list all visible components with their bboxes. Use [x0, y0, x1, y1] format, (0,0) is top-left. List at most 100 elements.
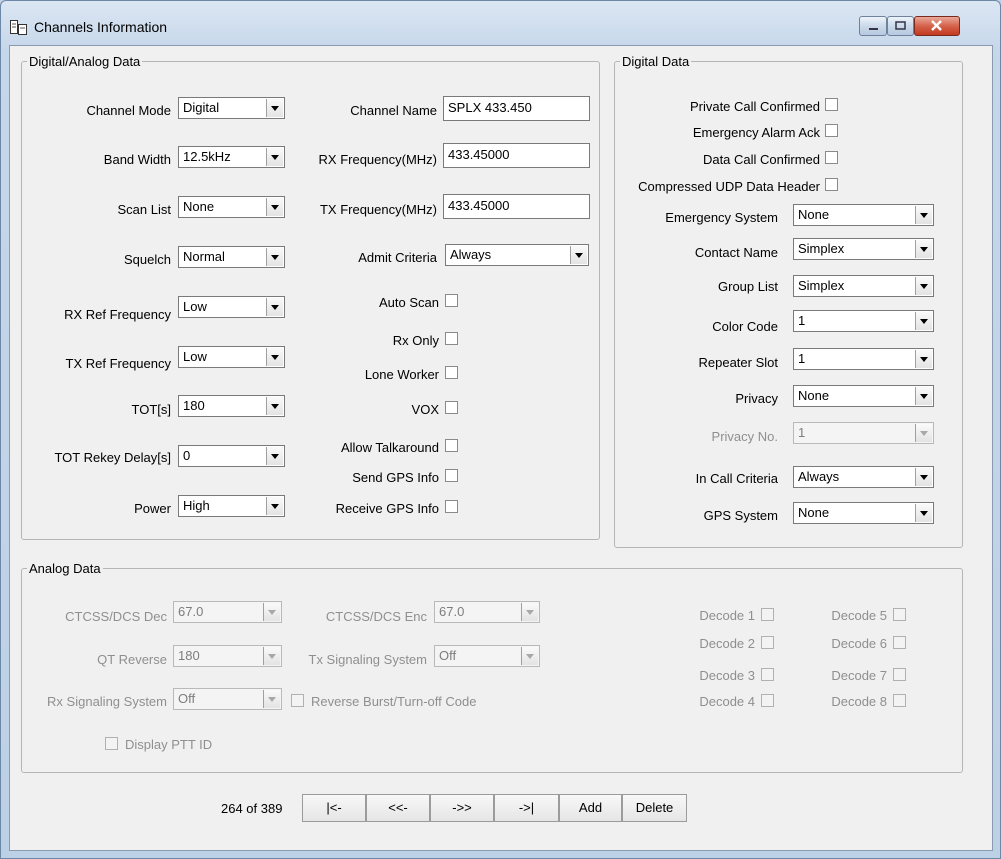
- reverse-burst-label: Reverse Burst/Turn-off Code: [311, 694, 477, 709]
- color-code-label: Color Code: [712, 319, 778, 334]
- tx-frequency-input[interactable]: 433.45000: [443, 194, 590, 219]
- decode-2-label: Decode 2: [699, 636, 755, 651]
- title-bar[interactable]: Channels Information: [1, 1, 1000, 45]
- decode-8-label: Decode 8: [831, 694, 887, 709]
- maximize-button[interactable]: [887, 16, 914, 36]
- group-title: Digital/Analog Data: [29, 54, 141, 69]
- chevron-down-icon: [915, 277, 932, 295]
- data-call-confirmed-label: Data Call Confirmed: [702, 152, 820, 167]
- chevron-down-icon: [915, 387, 932, 405]
- previous-record-button[interactable]: <<-: [366, 794, 430, 822]
- chevron-down-icon: [915, 206, 932, 224]
- rx-only-label: Rx Only: [392, 333, 439, 348]
- reverse-burst-checkbox: [291, 694, 304, 707]
- send-gps-info-checkbox[interactable]: [445, 469, 458, 482]
- power-label: Power: [134, 501, 171, 516]
- ctcss-dcs-dec-label: CTCSS/DCS Dec: [65, 609, 167, 624]
- emergency-alarm-ack-label: Emergency Alarm Ack: [692, 125, 820, 140]
- chevron-down-icon: [521, 603, 538, 621]
- ctcss-dcs-dec-select: 67.0: [173, 601, 282, 623]
- power-select[interactable]: High: [178, 495, 285, 517]
- decode-3-label: Decode 3: [699, 668, 755, 683]
- rx-only-checkbox[interactable]: [445, 332, 458, 345]
- chevron-down-icon: [266, 198, 283, 216]
- rx-signaling-system-label: Rx Signaling System: [47, 694, 167, 709]
- group-list-label: Group List: [718, 279, 778, 294]
- decode-2-checkbox: [761, 636, 774, 649]
- privacy-select[interactable]: None: [793, 385, 934, 407]
- qt-reverse-label: QT Reverse: [97, 652, 167, 667]
- window-title: Channels Information: [34, 19, 168, 35]
- receive-gps-info-checkbox[interactable]: [445, 500, 458, 513]
- minimize-icon: [869, 28, 878, 30]
- rx-frequency-input[interactable]: 433.45000: [443, 143, 590, 168]
- chevron-down-icon: [266, 348, 283, 366]
- ctcss-dcs-enc-label: CTCSS/DCS Enc: [325, 609, 427, 624]
- band-width-label: Band Width: [103, 152, 171, 167]
- private-call-confirmed-label: Private Call Confirmed: [689, 99, 820, 114]
- auto-scan-label: Auto Scan: [379, 295, 439, 310]
- data-call-confirmed-checkbox[interactable]: [825, 151, 838, 164]
- compressed-udp-checkbox[interactable]: [825, 178, 838, 191]
- rx-ref-frequency-label: RX Ref Frequency: [64, 307, 171, 322]
- allow-talkaround-checkbox[interactable]: [445, 439, 458, 452]
- dialog-client-area: Digital/Analog Data Digital Data Analog …: [9, 45, 993, 851]
- group-title: Digital Data: [622, 54, 690, 69]
- chevron-down-icon: [915, 424, 932, 442]
- tx-signaling-system-label: Tx Signaling System: [308, 652, 428, 667]
- contact-name-select[interactable]: Simplex: [793, 238, 934, 260]
- squelch-select[interactable]: Normal: [178, 246, 285, 268]
- ctcss-dcs-enc-select: 67.0: [434, 601, 540, 623]
- emergency-system-select[interactable]: None: [793, 204, 934, 226]
- privacy-no-select: 1: [793, 422, 934, 444]
- squelch-label: Squelch: [124, 252, 171, 267]
- color-code-select[interactable]: 1: [793, 310, 934, 332]
- record-counter: 264 of 389: [221, 801, 283, 816]
- chevron-down-icon: [263, 647, 280, 665]
- in-call-criteria-select[interactable]: Always: [793, 466, 934, 488]
- chevron-down-icon: [915, 350, 932, 368]
- maximize-icon: [895, 21, 906, 30]
- tot-select[interactable]: 180: [178, 395, 285, 417]
- tx-ref-frequency-select[interactable]: Low: [178, 346, 285, 368]
- first-record-button[interactable]: |<-: [302, 794, 366, 822]
- next-record-button[interactable]: ->>: [430, 794, 494, 822]
- decode-1-checkbox: [761, 608, 774, 621]
- repeater-slot-select[interactable]: 1: [793, 348, 934, 370]
- lone-worker-label: Lone Worker: [364, 367, 439, 382]
- last-record-button[interactable]: ->|: [494, 794, 559, 822]
- privacy-no-label: Privacy No.: [711, 429, 778, 444]
- channel-mode-select[interactable]: Digital: [178, 97, 285, 119]
- band-width-select[interactable]: 12.5kHz: [178, 146, 285, 168]
- channel-name-input[interactable]: SPLX 433.450: [443, 96, 590, 121]
- channel-mode-label: Channel Mode: [86, 103, 171, 118]
- admit-criteria-select[interactable]: Always: [445, 244, 589, 266]
- tot-rekey-delay-select[interactable]: 0: [178, 445, 285, 467]
- close-icon: [931, 20, 942, 31]
- channel-name-label: Channel Name: [350, 103, 437, 118]
- vox-checkbox[interactable]: [445, 401, 458, 414]
- rx-frequency-label: RX Frequency(MHz): [318, 152, 437, 167]
- group-list-select[interactable]: Simplex: [793, 275, 934, 297]
- lone-worker-checkbox[interactable]: [445, 366, 458, 379]
- close-button[interactable]: [914, 16, 960, 36]
- display-ptt-id-label: Display PTT ID: [125, 737, 213, 752]
- chevron-down-icon: [521, 647, 538, 665]
- chevron-down-icon: [266, 497, 283, 515]
- private-call-confirmed-checkbox[interactable]: [825, 98, 838, 111]
- delete-button[interactable]: Delete: [622, 794, 687, 822]
- repeater-slot-label: Repeater Slot: [698, 355, 779, 370]
- decode-4-checkbox: [761, 694, 774, 707]
- rx-ref-frequency-select[interactable]: Low: [178, 296, 285, 318]
- add-button[interactable]: Add: [559, 794, 622, 822]
- gps-system-select[interactable]: None: [793, 502, 934, 524]
- chevron-down-icon: [266, 447, 283, 465]
- decode-7-checkbox: [893, 668, 906, 681]
- allow-talkaround-label: Allow Talkaround: [340, 440, 439, 455]
- auto-scan-checkbox[interactable]: [445, 294, 458, 307]
- channels-information-window: Channels Information Digital/Analog Data…: [0, 0, 1001, 859]
- scan-list-select[interactable]: None: [178, 196, 285, 218]
- emergency-alarm-ack-checkbox[interactable]: [825, 124, 838, 137]
- minimize-button[interactable]: [859, 16, 887, 36]
- rx-signaling-system-select: Off: [173, 688, 282, 710]
